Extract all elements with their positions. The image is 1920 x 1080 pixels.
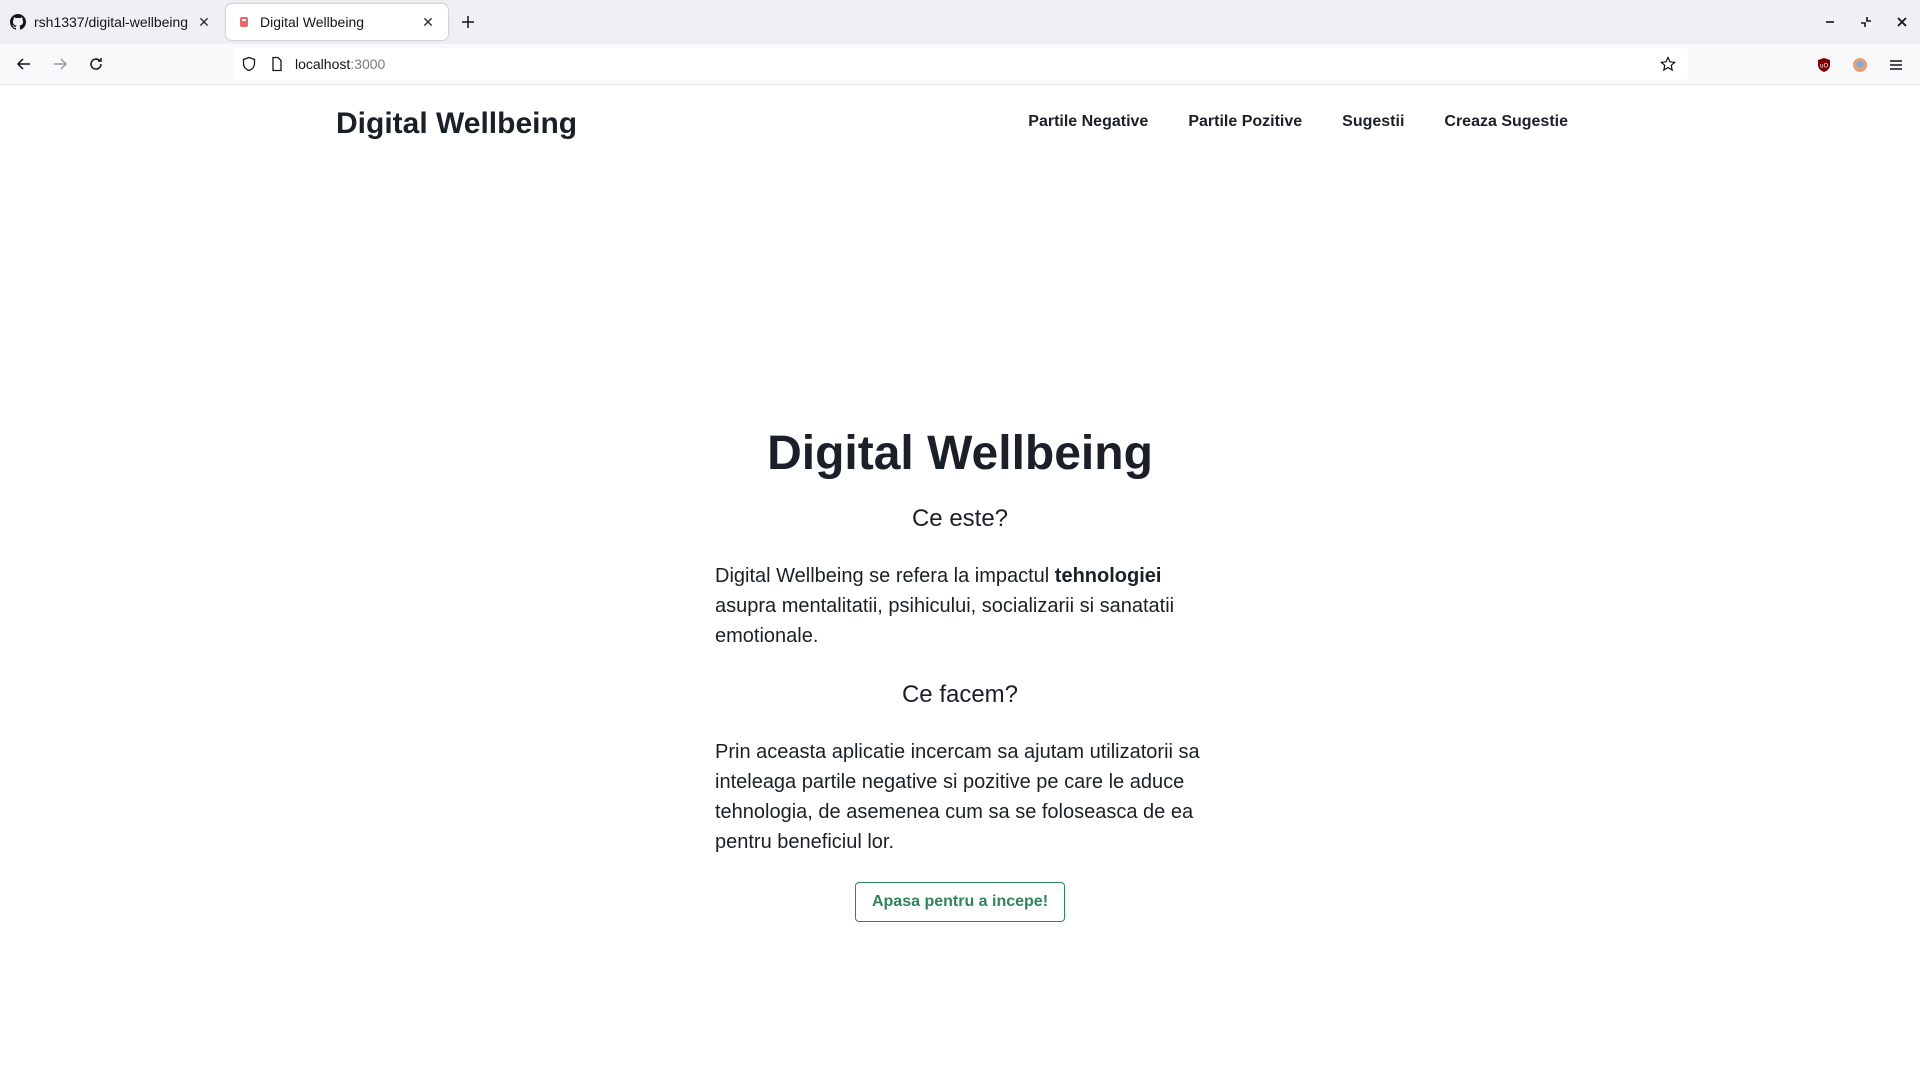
window-controls — [1812, 0, 1920, 44]
shield-icon[interactable] — [237, 52, 261, 76]
app-menu-button[interactable] — [1878, 49, 1914, 81]
url-text[interactable]: localhost:3000 — [295, 56, 385, 72]
extension-avatar-icon[interactable] — [1842, 49, 1878, 81]
reload-icon — [90, 58, 102, 70]
section-heading-ce-este: Ce este? — [911, 505, 1009, 532]
github-icon — [10, 14, 26, 30]
start-button[interactable]: Apasa pentru a incepe! — [854, 882, 1066, 922]
url-host: localhost — [295, 56, 351, 72]
browser-tab-bar: rsh1337/digital-wellbeing ✕ Digital Well… — [0, 0, 1920, 44]
back-button[interactable] — [6, 48, 42, 80]
site-favicon-icon — [236, 14, 252, 30]
arrow-left-icon — [16, 58, 30, 70]
text-bold: tehnologiei — [1054, 565, 1162, 587]
page-icon[interactable] — [265, 52, 289, 76]
site-nav: Partile Negative Partile Pozitive Sugest… — [1028, 113, 1568, 131]
hero-section: Digital Wellbeing Ce este? Digital Wellb… — [0, 340, 1920, 922]
nav-link-partile-negative[interactable]: Partile Negative — [1028, 113, 1148, 131]
section-heading-ce-facem: Ce facem? — [901, 681, 1019, 708]
tab-title: rsh1337/digital-wellbeing — [34, 14, 189, 30]
restore-icon — [1861, 17, 1871, 27]
hamburger-menu-icon — [1890, 59, 1902, 70]
url-port: :3000 — [350, 56, 386, 72]
ublock-extension-icon[interactable]: uO — [1806, 49, 1842, 81]
browser-tab[interactable]: rsh1337/digital-wellbeing ✕ — [0, 0, 224, 44]
svg-text:uO: uO — [1820, 62, 1829, 69]
url-bar[interactable]: localhost:3000 — [233, 48, 1688, 80]
page-content: Digital Wellbeing Partile Negative Parti… — [0, 85, 1920, 1080]
browser-tab-active[interactable]: Digital Wellbeing ✕ — [226, 4, 448, 40]
minimize-button[interactable] — [1812, 0, 1848, 44]
section-text-ce-este: Digital Wellbeing se refera la impactul … — [715, 561, 1205, 651]
browser-toolbar: localhost:3000 uO — [0, 44, 1920, 85]
text-fragment: Digital Wellbeing se refera la impactul — [715, 565, 1055, 587]
plus-icon — [462, 16, 474, 28]
tab-title: Digital Wellbeing — [260, 14, 365, 30]
reload-button[interactable] — [78, 48, 114, 80]
toolbar-extensions: uO — [1806, 44, 1920, 85]
site-header: Digital Wellbeing Partile Negative Parti… — [0, 85, 1920, 140]
site-brand[interactable]: Digital Wellbeing — [336, 107, 577, 141]
hero-title: Digital Wellbeing — [767, 427, 1153, 480]
arrow-right-icon — [54, 58, 68, 70]
close-icon — [1897, 17, 1907, 27]
forward-button[interactable] — [42, 48, 78, 80]
nav-link-creaza-sugestie[interactable]: Creaza Sugestie — [1444, 113, 1568, 131]
bookmark-star-icon[interactable] — [1656, 52, 1680, 76]
section-text-ce-facem: Prin aceasta aplicatie incercam sa ajuta… — [715, 741, 1200, 853]
new-tab-button[interactable] — [452, 6, 484, 38]
text-fragment: asupra mentalitatii, psihicului, sociali… — [715, 595, 1175, 647]
nav-link-sugestii[interactable]: Sugestii — [1342, 113, 1404, 131]
restore-button[interactable] — [1848, 0, 1884, 44]
nav-link-partile-pozitive[interactable]: Partile Pozitive — [1188, 113, 1302, 131]
close-tab-icon[interactable]: ✕ — [418, 12, 438, 32]
minimize-icon — [1826, 21, 1834, 23]
close-window-button[interactable] — [1884, 0, 1920, 44]
close-tab-icon[interactable]: ✕ — [194, 12, 214, 32]
